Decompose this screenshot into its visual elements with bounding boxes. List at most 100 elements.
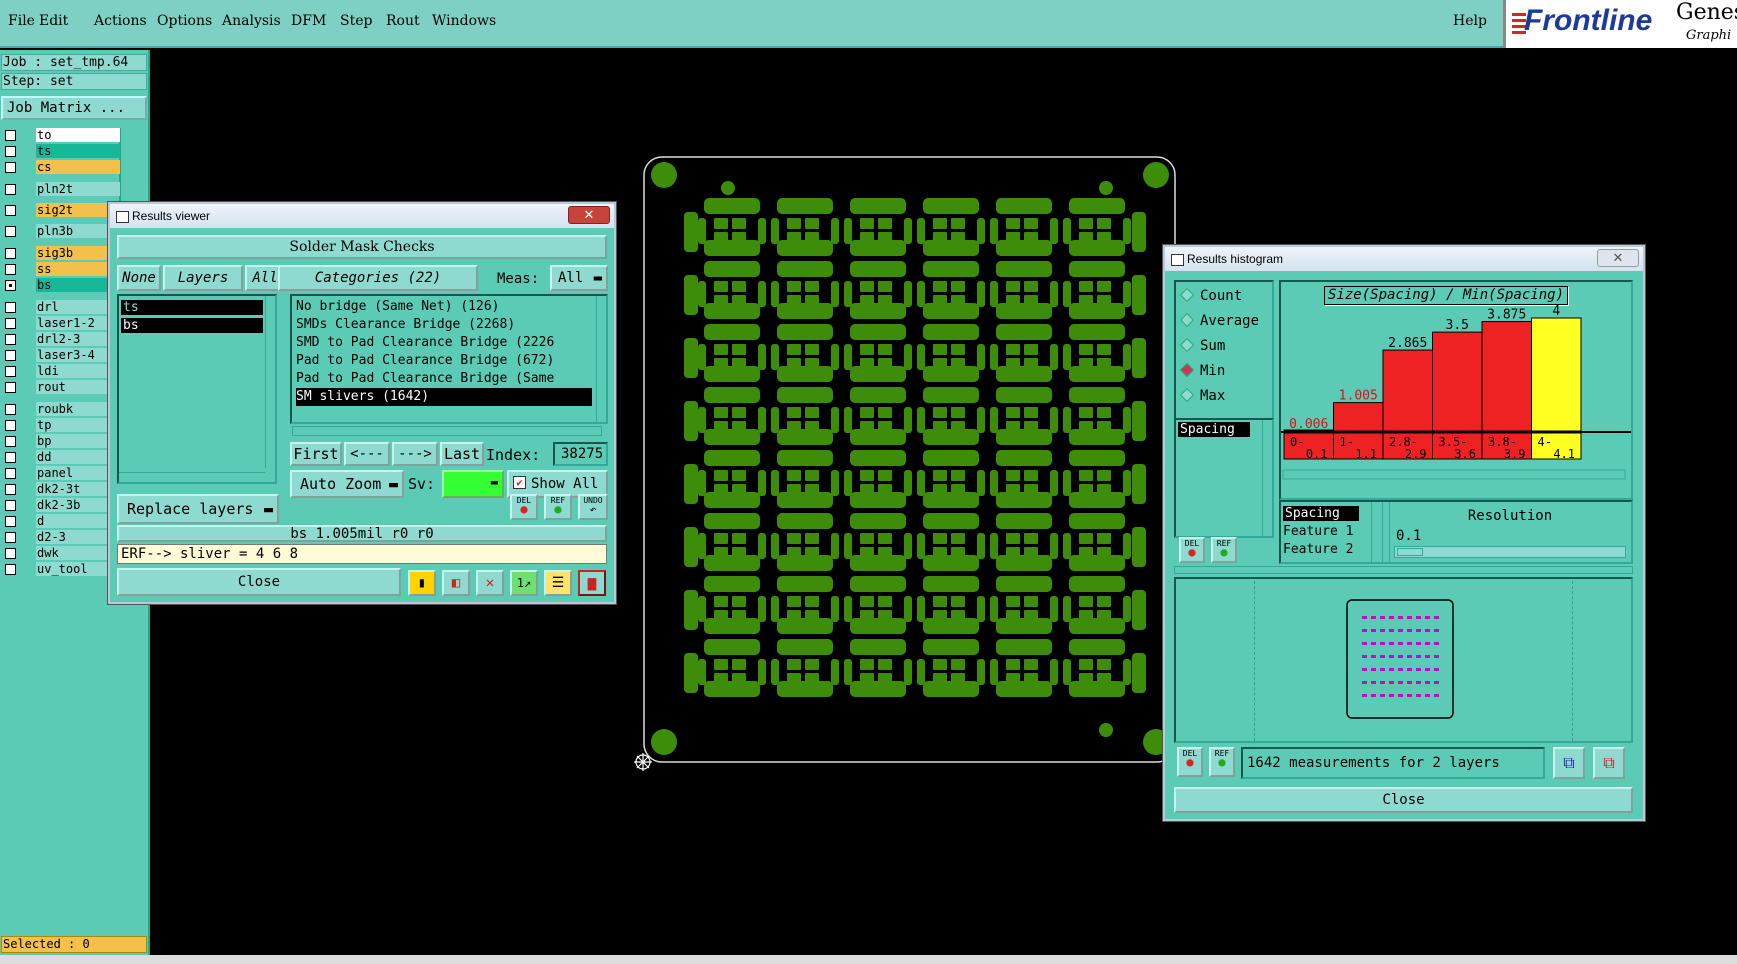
menu-rout[interactable]: Rout [386, 13, 420, 29]
menu-edit[interactable]: Edit [39, 13, 68, 29]
menu-analysis[interactable]: Analysis [222, 13, 281, 29]
histogram-chart[interactable]: 0.0060-0.11.0051-1.12.8652.8-2.93.53.5-3… [1281, 282, 1631, 482]
chart-icon-1[interactable]: ▮ [408, 570, 436, 596]
layer-name[interactable]: cs [36, 160, 120, 174]
histogram-bar[interactable] [1531, 317, 1582, 432]
layer-row-ldi[interactable]: ldi [0, 364, 121, 379]
layer-checkbox[interactable] [5, 264, 16, 275]
results-viewer-close-icon[interactable]: ✕ [568, 206, 610, 224]
layer-list-hscrollbar[interactable] [119, 472, 265, 482]
job-matrix-button[interactable]: Job Matrix ... [1, 96, 147, 120]
del-icon[interactable]: DEL ● [510, 494, 538, 520]
layer-row-ss[interactable]: ss [0, 262, 121, 277]
layer-row-sig2t[interactable]: sig2t [0, 203, 121, 218]
layer-checkbox[interactable] [5, 184, 16, 195]
results-histogram-close-icon[interactable]: ✕ [1597, 249, 1639, 267]
menu-dfm[interactable]: DFM [291, 13, 326, 29]
layer-checkbox[interactable] [5, 420, 16, 431]
menu-actions[interactable]: Actions [94, 13, 147, 29]
results-histogram-titlebar[interactable]: Results histogram [1165, 247, 1643, 271]
preview-thumbnail[interactable] [1346, 599, 1456, 721]
zoom-out-icon[interactable]: ⧉ [1593, 747, 1625, 779]
layer-checkbox[interactable] [5, 162, 16, 173]
layer-item-bs[interactable]: bs [121, 318, 263, 333]
layer-checkbox[interactable] [5, 436, 16, 447]
layers-button[interactable]: Layers [163, 265, 243, 291]
histogram-bar[interactable] [1382, 349, 1433, 432]
layer-row-dk2-3t[interactable]: dk2-3t [0, 482, 121, 497]
results-viewer-titlebar[interactable]: Results viewer [110, 204, 614, 228]
attribute-item-spacing[interactable]: Spacing [1178, 422, 1250, 437]
ref-icon[interactable]: REF ● [1209, 747, 1235, 777]
undo-icon[interactable]: UNDO ↶ [578, 494, 608, 520]
axis-scrollbar[interactable] [1371, 502, 1383, 562]
menu-file[interactable]: File [8, 13, 35, 29]
mode-min[interactable]: Min [1179, 362, 1225, 379]
layer-item-ts[interactable]: ts [121, 300, 263, 315]
delete-results-icon[interactable]: ✕ [476, 570, 504, 596]
layer-row-tp[interactable]: tp [0, 418, 121, 433]
layer-row-rout[interactable]: rout [0, 380, 121, 395]
layer-row-bs[interactable]: bs [0, 278, 121, 293]
layer-checkbox[interactable] [5, 484, 16, 495]
attribute-scrollbar[interactable] [1262, 420, 1272, 536]
chart-icon-2[interactable]: ◧ [442, 570, 470, 596]
layer-row-pln2t[interactable]: pln2t [0, 182, 121, 197]
layer-checkbox[interactable] [5, 146, 16, 157]
layer-row-dk2-3b[interactable]: dk2-3b [0, 498, 121, 513]
report-icon[interactable]: ☰ [544, 570, 572, 596]
category-item[interactable]: SMDs Clearance Bridge (2268) [296, 316, 592, 334]
histogram-bar[interactable] [1432, 331, 1483, 432]
layer-name[interactable]: pln2t [36, 182, 120, 196]
layer-checkbox[interactable] [5, 318, 16, 329]
auto-zoom-dropdown[interactable]: Auto Zoom ▬ [290, 470, 404, 498]
layer-row-drl2-3[interactable]: drl2-3 [0, 332, 121, 347]
layer-results-list[interactable]: ts bs [117, 294, 277, 484]
first-button[interactable]: First [290, 442, 342, 466]
histogram-icon[interactable]: ▆ [578, 570, 606, 596]
axis-item-feature2[interactable]: Feature 2 [1283, 542, 1353, 557]
layer-checkbox[interactable] [5, 130, 16, 141]
layer-checkbox[interactable] [5, 468, 16, 479]
del-icon[interactable]: DEL ● [1177, 747, 1203, 777]
layer-row-dwk[interactable]: dwk [0, 546, 121, 561]
layer-checkbox[interactable] [5, 334, 16, 345]
layer-checkbox[interactable] [5, 516, 16, 527]
close-button[interactable]: Close [117, 568, 401, 596]
layer-checkbox[interactable] [5, 564, 16, 575]
layer-row-panel[interactable]: panel [0, 466, 121, 481]
category-scrollbar[interactable] [596, 296, 606, 422]
categories-button[interactable]: Categories (22) [278, 265, 478, 291]
mode-max[interactable]: Max [1179, 387, 1225, 404]
none-button[interactable]: None [117, 265, 161, 291]
solder-mask-checks-header[interactable]: Solder Mask Checks [117, 235, 607, 259]
layer-checkbox[interactable] [5, 452, 16, 463]
layer-row-laser1-2[interactable]: laser1-2 [0, 316, 121, 331]
splitter[interactable] [1174, 566, 1633, 574]
layer-row-dd[interactable]: dd [0, 450, 121, 465]
layer-checkbox[interactable] [5, 302, 16, 313]
layer-row-sig3b[interactable]: sig3b [0, 246, 121, 261]
layer-row-d2-3[interactable]: d2-3 [0, 530, 121, 545]
ref-icon[interactable]: REF ● [544, 494, 572, 520]
layer-row-roubk[interactable]: roubk [0, 402, 121, 417]
del-icon[interactable]: DEL ● [1179, 537, 1205, 563]
meas-dropdown[interactable]: All ▬ [550, 265, 608, 291]
layer-checkbox[interactable] [5, 548, 16, 559]
sv-color-dropdown[interactable]: ▬ [442, 470, 504, 498]
histogram-hscrollbar[interactable] [1282, 469, 1626, 480]
mode-count[interactable]: Count [1179, 287, 1242, 304]
category-list[interactable]: No bridge (Same Net) (126) SMDs Clearance… [290, 294, 608, 424]
category-item[interactable]: SM slivers (1642) [296, 388, 592, 406]
mode-sum[interactable]: Sum [1179, 337, 1225, 354]
layer-row-ts[interactable]: ts [0, 144, 121, 159]
category-item[interactable]: No bridge (Same Net) (126) [296, 298, 592, 316]
layer-checkbox[interactable] [5, 404, 16, 415]
prev-button[interactable]: <--- [344, 442, 390, 466]
layer-row-drl[interactable]: drl [0, 300, 121, 315]
histogram-bar[interactable] [1481, 321, 1532, 432]
layer-checkbox[interactable] [5, 532, 16, 543]
menu-help[interactable]: Help [1453, 13, 1487, 29]
layer-row-cs[interactable]: cs [0, 160, 121, 175]
attribute-list[interactable]: Spacing [1174, 418, 1274, 538]
